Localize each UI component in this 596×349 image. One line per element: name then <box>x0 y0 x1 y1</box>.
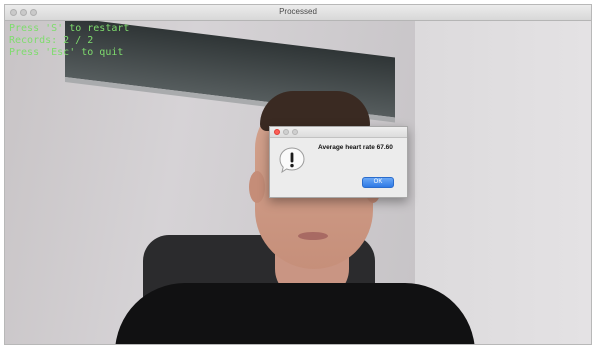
window-title: Processed <box>279 7 317 16</box>
dialog-minimize-button <box>283 129 289 135</box>
window-titlebar[interactable]: Processed <box>5 5 591 21</box>
overlay-restart-hint: Press 'S' to restart <box>9 23 130 34</box>
person-mouth <box>298 232 328 240</box>
alert-icon <box>279 147 305 174</box>
heart-rate-alert-dialog: Average heart rate 67.60 OK <box>269 126 408 198</box>
dialog-close-button[interactable] <box>274 129 280 135</box>
dialog-zoom-button <box>292 129 298 135</box>
ok-button[interactable]: OK <box>362 177 394 188</box>
person-hair <box>260 91 370 131</box>
overlay-records-count: Records: 2 / 2 <box>9 35 94 46</box>
person-left-ear <box>249 171 265 203</box>
processed-window: Processed Press 'S' to restart Records: … <box>4 4 592 345</box>
person-shirt <box>115 283 475 344</box>
overlay-quit-hint: Press 'Esc' to quit <box>9 47 124 58</box>
dialog-titlebar[interactable] <box>270 127 407 138</box>
dialog-message: Average heart rate 67.60 <box>318 144 393 151</box>
